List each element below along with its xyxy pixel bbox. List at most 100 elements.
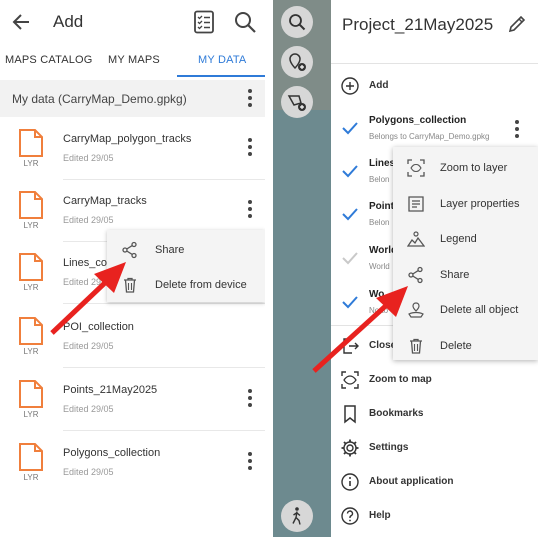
bookmark-icon (344, 405, 356, 424)
menu-row-label: Bookmarks (369, 408, 424, 419)
menu-item-label: Zoom to layer (440, 162, 508, 174)
row-divider (63, 367, 265, 368)
menu-item-delete[interactable]: Delete (393, 328, 538, 364)
add-polygon-icon (287, 95, 306, 111)
info-icon (341, 473, 359, 491)
list-item[interactable]: LYR Points_21May2025 Edited 29/05 (0, 369, 265, 431)
add-data-panel: Add MAPS CATALOG MY MAPS MY DATA My data… (0, 0, 265, 537)
list-item[interactable]: LYR CarryMap_polygon_tracks Edited 29/05 (0, 118, 265, 180)
file-name: Lines_col (63, 257, 110, 269)
data-source-label: My data (CarryMap_Demo.gpkg) (12, 92, 187, 106)
more-options-icon[interactable] (247, 389, 253, 409)
active-tab-indicator (177, 75, 265, 77)
layer-source: Belon (369, 218, 390, 227)
more-options-icon[interactable] (247, 452, 253, 472)
file-name: Polygons_collection (63, 447, 161, 459)
menu-item-label: Delete from device (155, 279, 247, 291)
layer-properties-icon (408, 195, 424, 212)
add-layer-row[interactable]: Add (331, 69, 538, 103)
menu-item-delete-all-objects[interactable]: Delete all object (393, 292, 538, 328)
back-arrow-icon[interactable] (10, 11, 32, 33)
checklist-icon[interactable] (193, 10, 215, 34)
help-row[interactable]: Help (331, 499, 538, 533)
add-point-icon (289, 53, 306, 71)
row-divider (63, 430, 265, 431)
map-view[interactable] (273, 0, 331, 537)
checkmark-icon[interactable] (341, 250, 359, 266)
search-icon[interactable] (233, 10, 257, 34)
pencil-icon[interactable] (507, 14, 527, 34)
header-divider (331, 63, 538, 64)
file-context-menu: Share Delete from device (107, 230, 265, 302)
menu-item-delete-from-device[interactable]: Delete from device (107, 267, 265, 301)
menu-item-label: Share (155, 244, 185, 256)
layer-source: Belongs to CarryMap_Demo.gpkg (369, 132, 490, 141)
file-type-label: LYR (24, 283, 39, 292)
file-edited-date: Edited 29/05 (63, 277, 114, 287)
layer-file-icon: LYR (19, 253, 43, 292)
add-point-button[interactable] (281, 46, 313, 78)
page-title: Add (53, 12, 84, 31)
list-item[interactable]: LYR Polygons_collection Edited 29/05 (0, 432, 265, 494)
row-divider (63, 303, 265, 304)
menu-item-legend[interactable]: Legend (393, 221, 538, 257)
top-app-bar: Add (0, 0, 265, 44)
plus-circle-icon (341, 77, 359, 95)
layer-file-icon: LYR (19, 380, 43, 419)
settings-row[interactable]: Settings (331, 431, 538, 465)
checkmark-icon[interactable] (341, 163, 359, 179)
file-edited-date: Edited 29/05 (63, 404, 114, 414)
layer-name: Polygons_collection (369, 115, 467, 126)
add-polygon-button[interactable] (281, 86, 313, 118)
file-edited-date: Edited 29/05 (63, 215, 114, 225)
bookmarks-row[interactable]: Bookmarks (331, 397, 538, 431)
project-title: Project_21May2025 (342, 15, 494, 34)
zoom-map-icon (341, 371, 359, 389)
about-row[interactable]: About application (331, 465, 538, 499)
menu-item-layer-properties[interactable]: Layer properties (393, 186, 538, 222)
more-options-icon[interactable] (514, 120, 520, 140)
data-source-header: My data (CarryMap_Demo.gpkg) (0, 80, 265, 117)
layer-name: Lines (369, 158, 396, 169)
trash-icon (124, 277, 136, 293)
more-options-icon[interactable] (247, 89, 253, 109)
legend-icon (407, 231, 425, 247)
tab-my-maps[interactable]: MY MAPS (108, 54, 160, 66)
menu-item-share[interactable]: Share (107, 232, 265, 266)
share-icon (122, 241, 137, 259)
file-type-label: LYR (24, 159, 39, 168)
menu-item-label: Delete all object (440, 304, 519, 316)
more-options-icon[interactable] (247, 138, 253, 158)
file-edited-date: Edited 29/05 (63, 341, 114, 351)
layer-source: World (369, 262, 390, 271)
tab-maps-catalog[interactable]: MAPS CATALOG (5, 54, 93, 66)
menu-row-label: Zoom to map (369, 374, 432, 385)
panel-divider (265, 0, 273, 537)
map-search-button[interactable] (281, 6, 313, 38)
tab-my-data[interactable]: MY DATA (198, 54, 246, 66)
file-name: POI_collection (63, 321, 134, 333)
menu-item-label: Layer properties (440, 197, 520, 210)
menu-item-share[interactable]: Share (393, 257, 538, 293)
layer-file-icon: LYR (19, 443, 43, 482)
checkmark-icon[interactable] (341, 294, 359, 310)
menu-item-label: Delete (440, 339, 472, 352)
gear-icon (341, 439, 359, 457)
file-edited-date: Edited 29/05 (63, 467, 114, 477)
search-icon (289, 14, 306, 31)
menu-item-zoom-to-layer[interactable]: Zoom to layer (393, 150, 538, 186)
zoom-layer-icon (407, 159, 425, 177)
menu-item-label: Share (440, 268, 470, 281)
zoom-to-map-row[interactable]: Zoom to map (331, 363, 538, 397)
layer-file-icon: LYR (19, 317, 43, 356)
checkmark-icon[interactable] (341, 206, 359, 222)
file-type-label: LYR (24, 347, 39, 356)
more-options-icon[interactable] (247, 200, 253, 220)
file-name: CarryMap_polygon_tracks (63, 133, 192, 145)
layer-name: Point (369, 201, 394, 212)
checkmark-icon[interactable] (341, 120, 359, 136)
layer-item[interactable]: Polygons_collection Belongs to CarryMap_… (331, 108, 538, 152)
track-recording-button[interactable] (281, 500, 313, 532)
list-item[interactable]: LYR POI_collection Edited 29/05 (0, 306, 265, 368)
help-icon (341, 507, 359, 525)
